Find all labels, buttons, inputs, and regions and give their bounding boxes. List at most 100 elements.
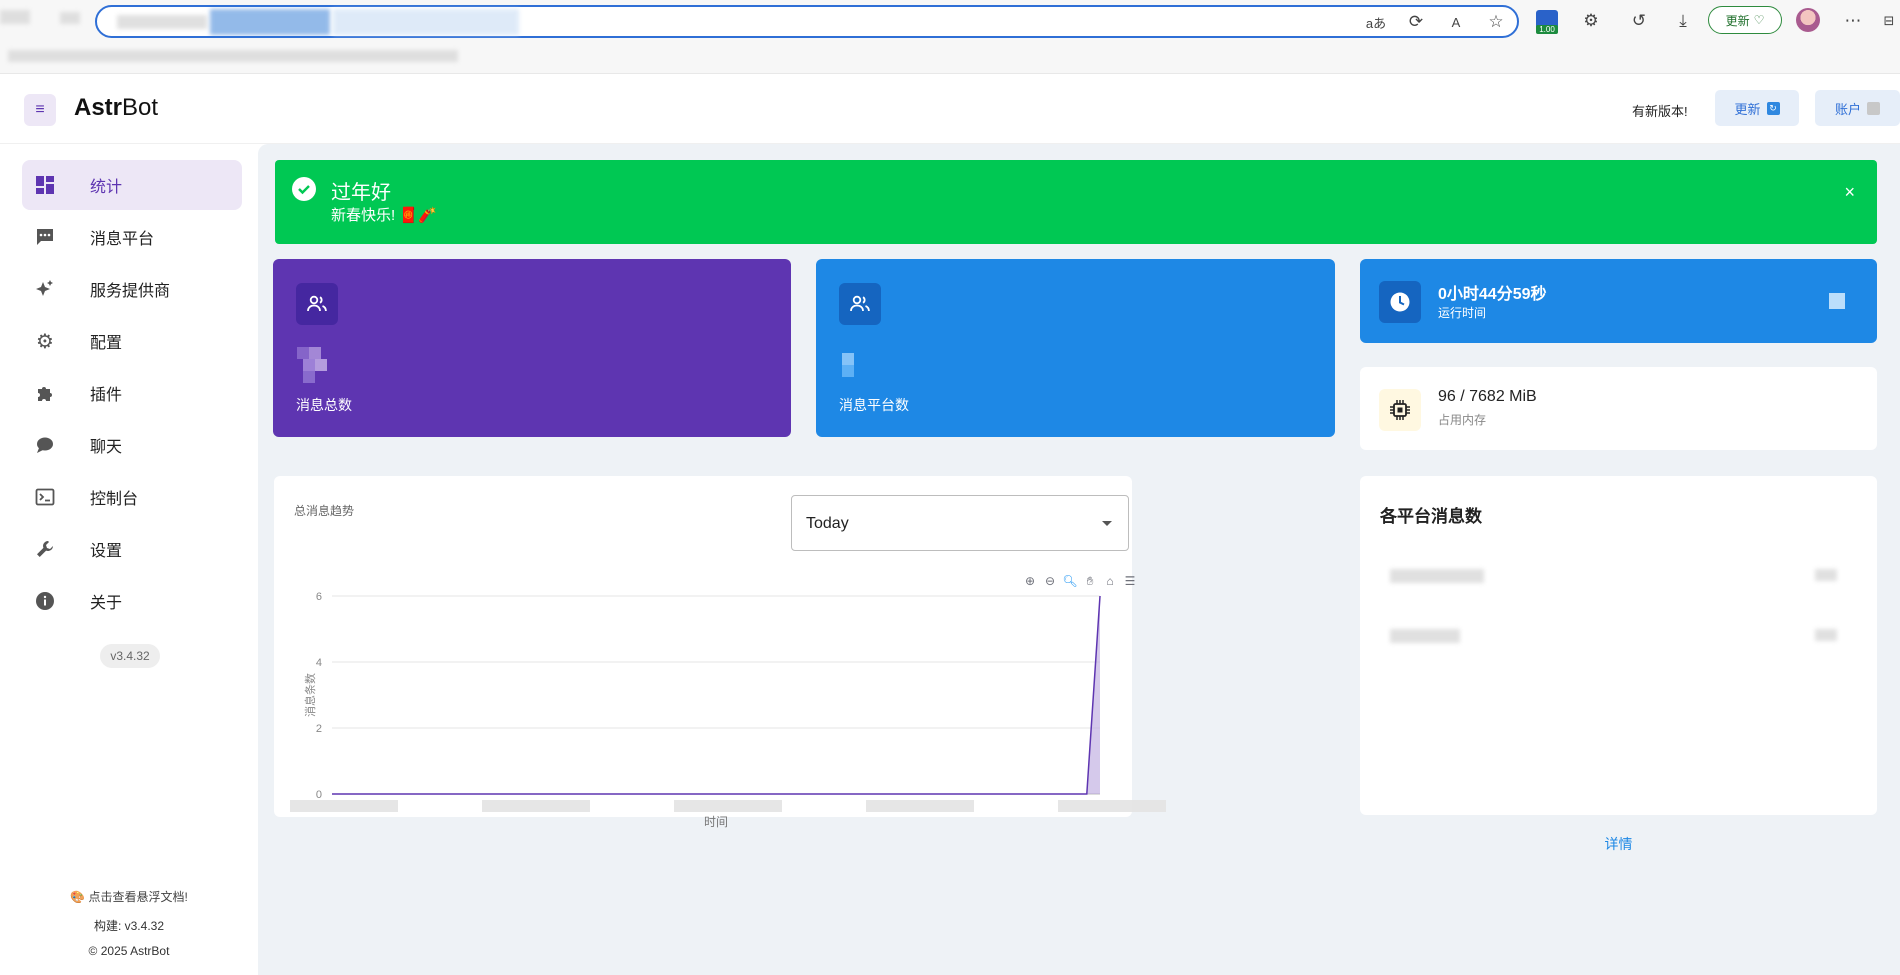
sidebar-item-label: 配置	[90, 335, 123, 352]
sidebar-item-label: 统计	[90, 179, 123, 196]
memory-value: 96 / 7682 MiB	[1438, 388, 1537, 405]
y-tick-label: 4	[316, 657, 322, 669]
tab-blurred	[0, 10, 30, 24]
x-tick-label-blurred	[866, 800, 974, 812]
update-button-label: 更新	[1734, 101, 1761, 117]
brand-rest: Bot	[122, 94, 159, 121]
trend-chart: 0 2 4 6 时间 消息条数	[290, 591, 1166, 829]
sidebar-item-plugins[interactable]: 插件	[22, 368, 242, 418]
sidebar-item-label: 消息平台	[90, 231, 155, 248]
main-content: 过年好 新春快乐! 🧧🧨 × 消息总数 消息平台数 0小时44分59秒 运行时间	[258, 144, 1900, 975]
browser-update-button[interactable]: 更新 ♡	[1708, 6, 1782, 34]
blurred-value	[303, 371, 315, 383]
favorite-star-icon[interactable]: ☆	[1483, 9, 1509, 35]
platform-row-blurred	[1390, 569, 1484, 583]
sidebar-item-label: 控制台	[90, 491, 139, 508]
chat-bubble-icon	[34, 434, 56, 456]
series-area	[332, 596, 1100, 794]
more-menu-icon[interactable]: ⋯	[1840, 8, 1866, 34]
account-button[interactable]: 账户	[1815, 90, 1900, 126]
sidebar-item-console[interactable]: 控制台	[22, 472, 242, 522]
message-trend-card: 总消息趋势 Today ⊕ ⊖ 🔍︎ ✋︎ ⌂ ☰ 0 2 4 6 时间 消息条数	[274, 476, 1166, 829]
bookmarks-blurred	[8, 50, 458, 62]
y-tick-label: 6	[316, 591, 322, 603]
users-icon	[839, 283, 881, 325]
translate-icon[interactable]: A	[1443, 9, 1469, 35]
refresh-icon[interactable]: ⟳	[1403, 9, 1429, 35]
sidebar-item-label: 设置	[90, 543, 123, 560]
series-line	[332, 595, 1101, 795]
history-icon[interactable]: ↺	[1626, 8, 1652, 34]
blurred-value	[315, 359, 327, 371]
update-button[interactable]: 更新 ↻	[1715, 90, 1799, 126]
sidebar-item-settings[interactable]: 设置	[22, 524, 242, 574]
y-tick-label: 0	[316, 789, 322, 801]
heart-icon: ♡	[1753, 13, 1765, 27]
blurred-value	[842, 353, 854, 365]
terminal-icon	[34, 486, 56, 508]
clock-icon	[1379, 281, 1421, 323]
download-icon[interactable]: ⤓	[1670, 8, 1696, 34]
y-axis-label: 消息条数	[303, 673, 317, 717]
sidebar-toggle-icon[interactable]: ⊟	[1876, 8, 1900, 34]
alert-title: 过年好	[331, 182, 391, 204]
memory-label: 占用内存	[1438, 413, 1487, 427]
new-year-alert: 过年好 新春快乐! 🧧🧨 ×	[275, 160, 1877, 244]
message-icon	[34, 226, 56, 248]
menu-toggle-button[interactable]: ≡	[24, 94, 56, 126]
profile-avatar[interactable]	[1796, 8, 1820, 32]
platform-count-label: 消息平台数	[839, 397, 909, 413]
account-icon	[1867, 101, 1880, 115]
hamburger-icon: ≡	[35, 101, 45, 118]
check-circle-icon	[292, 177, 316, 201]
address-bar[interactable]: aあ ⟳ A ☆	[95, 5, 1519, 38]
platform-messages-title: 各平台消息数	[1380, 507, 1482, 526]
url-blurred	[117, 15, 207, 29]
tab-blurred	[60, 12, 80, 24]
platform-count-blurred	[1815, 569, 1837, 581]
sidebar-item-providers[interactable]: 服务提供商	[22, 264, 242, 314]
uptime-label: 运行时间	[1438, 306, 1487, 320]
app-header: ≡ AstrBot 有新版本! 更新 ↻ 账户	[0, 74, 1900, 144]
y-tick-label: 2	[316, 723, 322, 735]
sidebar: 统计 消息平台 服务提供商 ⚙ 配置 插件 聊天 控制台 设置 关于 v3.4.…	[0, 144, 258, 975]
sidebar-item-config[interactable]: ⚙ 配置	[22, 316, 242, 366]
sidebar-item-stats[interactable]: 统计	[22, 160, 242, 210]
read-aloud-icon[interactable]: aあ	[1363, 9, 1389, 35]
extension-badge-icon[interactable]: 1.00	[1536, 10, 1558, 34]
build-version: 构建: v3.4.32	[93, 919, 165, 933]
details-link[interactable]: 详情	[1360, 834, 1877, 854]
browser-chrome: aあ ⟳ A ☆ 1.00 ⚙ ↺ ⤓ 更新 ♡ ⋯ ⊟	[0, 0, 1900, 74]
brand-logo: AstrBot	[74, 94, 158, 122]
sidebar-item-platforms[interactable]: 消息平台	[22, 212, 242, 262]
sidebar-item-label: 服务提供商	[90, 283, 171, 300]
uptime-value: 0小时44分59秒	[1438, 286, 1547, 303]
x-axis-label: 时间	[704, 815, 728, 829]
close-icon[interactable]: ×	[1844, 182, 1855, 203]
sidebar-item-about[interactable]: 关于	[22, 576, 242, 626]
x-tick-label-blurred	[1058, 800, 1166, 812]
refresh-icon: ↻	[1766, 101, 1780, 115]
gear-icon: ⚙	[36, 330, 54, 353]
platform-count-blurred	[1815, 629, 1837, 641]
sidebar-item-chat[interactable]: 聊天	[22, 420, 242, 470]
sidebar-item-label: 关于	[90, 595, 123, 612]
url-blurred	[333, 9, 519, 35]
total-messages-label: 消息总数	[296, 397, 352, 413]
platform-row-blurred	[1390, 629, 1460, 643]
copyright: © 2025 AstrBot	[88, 944, 170, 958]
x-tick-label-blurred	[482, 800, 590, 812]
new-version-text: 有新版本!	[1632, 104, 1688, 119]
sparkle-icon	[34, 278, 56, 300]
blurred-value	[297, 347, 309, 359]
sidebar-item-label: 聊天	[90, 439, 123, 456]
docs-link[interactable]: 🎨 点击查看悬浮文档!	[0, 888, 258, 905]
browser-update-label: 更新	[1725, 13, 1750, 28]
x-tick-label-blurred	[674, 800, 782, 812]
blurred-value	[309, 347, 321, 359]
url-blurred	[210, 9, 330, 35]
extensions-icon[interactable]: ⚙	[1578, 8, 1604, 34]
dashboard-icon	[34, 174, 56, 196]
blurred-value	[842, 365, 854, 377]
cpu-chip-icon	[1379, 389, 1421, 431]
